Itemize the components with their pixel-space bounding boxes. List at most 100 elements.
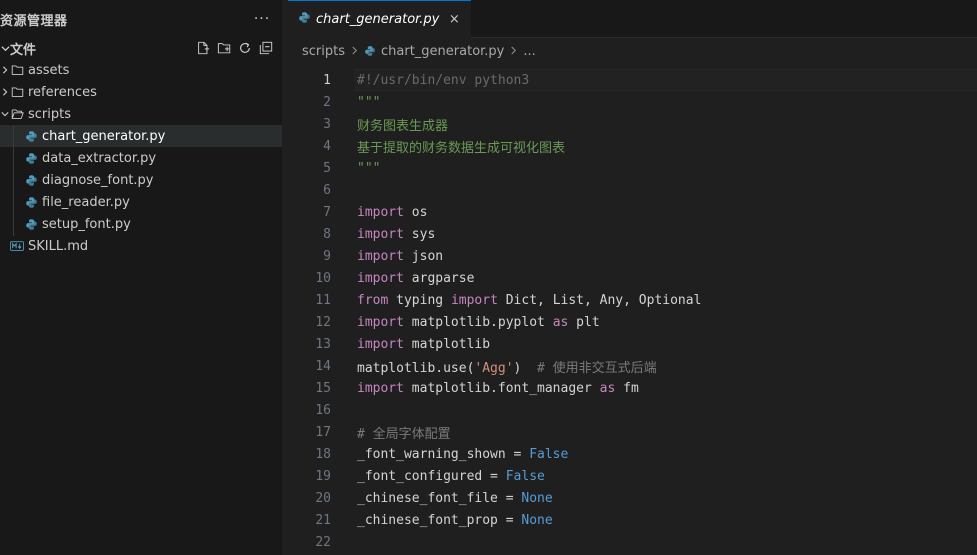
- file-tree: assets references scripts chart_generato…: [0, 59, 282, 257]
- python-file-icon: [24, 169, 38, 191]
- code-line[interactable]: 16: [288, 399, 977, 421]
- code-line[interactable]: 5 """: [288, 157, 977, 179]
- line-number: 4: [323, 138, 331, 154]
- tab-chart-generator[interactable]: chart_generator.py ×: [288, 0, 472, 38]
- code-line[interactable]: 9 import json: [288, 245, 977, 267]
- line-text: # 全局字体配置: [357, 423, 451, 442]
- code-token: None: [521, 512, 553, 528]
- tree-item-file-reader[interactable]: file_reader.py: [0, 191, 282, 213]
- code-token: 财务图表生成器: [357, 118, 449, 134]
- line-number: 5: [323, 160, 331, 176]
- breadcrumb-folder[interactable]: scripts: [302, 44, 345, 59]
- code-line[interactable]: 11 from typing import Dict, List, Any, Op…: [288, 289, 977, 311]
- code-token: import: [357, 226, 404, 242]
- line-number: 8: [323, 226, 331, 242]
- workspace-section-header[interactable]: 文件: [0, 37, 282, 59]
- more-actions-button[interactable]: ···: [252, 11, 272, 27]
- markdown-file-icon: [10, 235, 24, 257]
- line-number: 12: [315, 314, 331, 330]
- tree-item-label: references: [28, 84, 97, 100]
- code-token: Dict, List, Any, Optional: [497, 292, 702, 308]
- tree-item-setup-font[interactable]: setup_font.py: [0, 213, 282, 235]
- tree-item-chart-generator[interactable]: chart_generator.py: [0, 125, 282, 147]
- code-token: sys: [403, 226, 436, 242]
- workspace-section-title: 文件: [10, 42, 37, 58]
- code-line[interactable]: 7 import os: [288, 201, 977, 223]
- tree-item-diagnose-font[interactable]: diagnose_font.py: [0, 169, 282, 191]
- line-text: """: [357, 95, 380, 110]
- tabs-bar: chart_generator.py ×: [288, 0, 977, 38]
- code-line[interactable]: 10 import argparse: [288, 267, 977, 289]
- code-line[interactable]: 17 # 全局字体配置: [288, 421, 977, 443]
- code-token: """: [357, 160, 381, 176]
- code-editor[interactable]: 1 #!/usr/bin/env python3 2 """ 3 财务图表生成器 4 基于提取…: [288, 69, 977, 553]
- line-text: 基于提取的财务数据生成可视化图表: [357, 137, 565, 156]
- python-file-icon: [24, 213, 38, 235]
- code-line[interactable]: 4 基于提取的财务数据生成可视化图表: [288, 135, 977, 157]
- code-token: from: [357, 292, 389, 308]
- tree-item-label: file_reader.py: [42, 194, 130, 210]
- editor-area: chart_generator.py × scripts chart_gener…: [288, 0, 977, 555]
- collapse-all-icon[interactable]: [258, 40, 274, 56]
- python-file-icon: [24, 125, 38, 147]
- code-line[interactable]: 14 matplotlib.use('Agg') # 使用非交互式后端: [288, 355, 977, 377]
- tree-item-scripts[interactable]: scripts: [0, 103, 282, 125]
- folder-open-icon: [10, 103, 24, 125]
- line-number: 14: [315, 358, 331, 374]
- code-line[interactable]: 18 _font_warning_shown = False: [288, 443, 977, 465]
- code-line[interactable]: 12 import matplotlib.pyplot as plt: [288, 311, 977, 333]
- chevron-right-icon: [351, 45, 358, 58]
- code-token: False: [529, 446, 569, 462]
- code-line[interactable]: 6: [288, 179, 977, 201]
- code-line[interactable]: 15 import matplotlib.font_manager as fm: [288, 377, 977, 399]
- breadcrumb-symbols[interactable]: ...: [523, 44, 535, 59]
- code-line[interactable]: 8 import sys: [288, 223, 977, 245]
- chevron-right-icon: [0, 81, 10, 103]
- code-token: #!/usr/bin/env python3: [357, 72, 530, 88]
- line-text: import matplotlib.pyplot as plt: [357, 315, 600, 330]
- tree-item-label: SKILL.md: [28, 238, 89, 254]
- code-token: plt: [568, 314, 600, 330]
- line-number: 13: [315, 336, 331, 352]
- code-token: 基于提取的财务数据生成可视化图表: [357, 140, 566, 156]
- tree-item-assets[interactable]: assets: [0, 59, 282, 81]
- code-line[interactable]: 19 _font_configured = False: [288, 465, 977, 487]
- line-number: 19: [315, 468, 331, 484]
- close-icon[interactable]: ×: [447, 12, 461, 27]
- code-line[interactable]: 2 """: [288, 91, 977, 113]
- chevron-down-icon: [0, 103, 10, 125]
- line-number: 15: [315, 380, 331, 396]
- code-line[interactable]: 21 _chinese_font_prop = None: [288, 509, 977, 531]
- python-file-icon: [298, 11, 311, 28]
- code-line[interactable]: 13 import matplotlib: [288, 333, 977, 355]
- code-line[interactable]: 22: [288, 531, 977, 553]
- code-token: # 全局字体配置: [357, 426, 451, 442]
- new-folder-icon[interactable]: [216, 40, 232, 56]
- line-number: 7: [323, 204, 331, 220]
- line-number: 21: [315, 512, 331, 528]
- python-file-icon: [24, 147, 38, 169]
- code-token: None: [521, 490, 553, 506]
- tree-item-skill-md[interactable]: SKILL.md: [0, 235, 282, 257]
- tree-item-references[interactable]: references: [0, 81, 282, 103]
- new-file-icon[interactable]: [195, 40, 211, 56]
- code-token: fm: [615, 380, 639, 396]
- code-token: ): [513, 360, 538, 376]
- python-file-icon: [364, 45, 376, 57]
- code-token: # 使用非交互式后端: [537, 360, 657, 376]
- breadcrumb-file[interactable]: chart_generator.py: [381, 44, 504, 59]
- tree-item-data-extractor[interactable]: data_extractor.py: [0, 147, 282, 169]
- code-token: import: [357, 380, 404, 396]
- line-text: import sys: [357, 227, 435, 242]
- code-line[interactable]: 20 _chinese_font_file = None: [288, 487, 977, 509]
- code-token: False: [505, 468, 545, 484]
- line-number: 6: [323, 182, 331, 198]
- line-text: from typing import Dict, List, Any, Opti…: [357, 293, 701, 308]
- line-number: 3: [323, 116, 331, 132]
- code-line[interactable]: 1 #!/usr/bin/env python3: [288, 69, 977, 91]
- indent-guide: [13, 126, 14, 236]
- code-token: import: [357, 314, 404, 330]
- code-line[interactable]: 3 财务图表生成器: [288, 113, 977, 135]
- code-token: """: [357, 94, 381, 110]
- refresh-icon[interactable]: [237, 40, 253, 56]
